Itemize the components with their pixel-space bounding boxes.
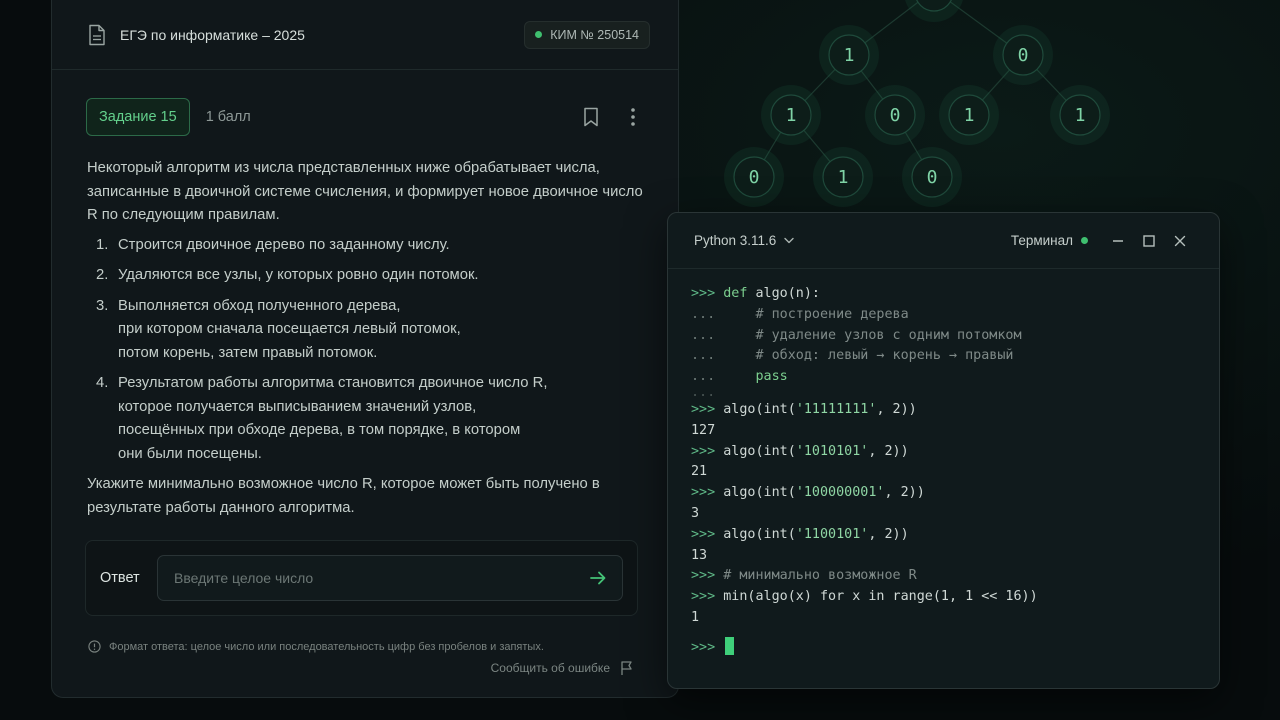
more-options-button[interactable] — [622, 106, 644, 128]
terminal-line: >>> algo(int('100000001', 2)) — [691, 485, 925, 501]
kim-number: КИМ № 250514 — [550, 27, 639, 42]
list-item-number: 4. — [96, 375, 109, 391]
list-item-text: Строится двоичное дерево по заданному чи… — [118, 236, 450, 253]
list-item: 2. Удаляются все узлы, у которых ровно о… — [87, 264, 643, 288]
python-terminal-window: Python 3.11.6 Терминал >>> def algo(n): … — [667, 212, 1220, 689]
svg-text:1: 1 — [844, 45, 855, 66]
list-item-text: Результатом работы алгоритма становится … — [118, 375, 548, 462]
info-icon — [88, 640, 101, 653]
terminal-status: Терминал — [1011, 233, 1088, 248]
bookmark-icon — [584, 107, 598, 126]
svg-text:0: 0 — [1018, 45, 1029, 66]
answer-box: Ответ — [85, 540, 638, 616]
tree-root-node — [905, 0, 963, 22]
tree-node: 1 — [813, 147, 873, 207]
terminal-line: >>> # минимально возможное R — [691, 568, 917, 584]
text-cursor — [725, 636, 735, 655]
exam-title: ЕГЭ по информатике – 2025 — [120, 26, 305, 43]
flag-icon — [621, 661, 632, 675]
svg-text:1: 1 — [786, 105, 797, 126]
task-card: ЕГЭ по информатике – 2025 КИМ № 250514 З… — [51, 0, 679, 698]
list-item: 3. Выполняется обход полученного дерева,… — [87, 295, 643, 366]
minimize-icon — [1113, 239, 1123, 242]
terminal-line: ... pass — [691, 369, 788, 385]
list-item-number: 3. — [96, 297, 109, 314]
svg-text:1: 1 — [838, 167, 849, 188]
tree-node: 0 — [724, 147, 784, 207]
svg-text:0: 0 — [927, 167, 938, 188]
report-error-label: Сообщить об ошибке — [490, 661, 610, 675]
terminal-line: ... — [691, 384, 716, 400]
format-hint: Формат ответа: целое число или последова… — [88, 640, 544, 653]
tree-node: 0 — [865, 85, 925, 145]
task-intro: Некоторый алгоритм из числа представленн… — [87, 160, 643, 223]
terminal-output-line: 3 — [691, 505, 700, 521]
minimize-button[interactable] — [1103, 231, 1133, 251]
list-item: 1. Строится двоичное дерево по заданному… — [87, 234, 643, 258]
task-statement: Некоторый алгоритм из числа представленн… — [52, 137, 678, 520]
terminal-line: ... # обход: левый → корень → правый — [691, 348, 1014, 364]
terminal-label: Терминал — [1010, 233, 1073, 248]
more-vertical-icon — [631, 107, 635, 126]
terminal-output-line: 127 — [691, 422, 716, 438]
task-points: 1 балл — [205, 108, 251, 125]
maximize-button[interactable] — [1134, 231, 1164, 251]
submit-arrow-button[interactable] — [588, 568, 608, 588]
terminal-output-line: 21 — [691, 464, 708, 480]
terminal-input-line[interactable]: >>> — [691, 636, 1219, 658]
format-hint-text: Формат ответа: целое число или последова… — [109, 640, 544, 653]
task-question: Укажите минимально возможное число R, ко… — [87, 476, 600, 516]
terminal-output-line: 1 — [691, 609, 700, 625]
tree-node: 1 — [819, 25, 879, 85]
list-item-number: 2. — [96, 267, 109, 283]
tree-node: 0 — [993, 25, 1053, 85]
terminal-line: >>> algo(int('1010101', 2)) — [691, 443, 909, 459]
svg-text:1: 1 — [964, 105, 975, 126]
terminal-line: >>> min(algo(x) for x in range(1, 1 << 1… — [691, 589, 1038, 605]
terminal-header: Python 3.11.6 Терминал — [668, 213, 1219, 269]
list-item-text: Выполняется обход полученного дерева, пр… — [118, 297, 461, 361]
terminal-output-line: 13 — [691, 547, 708, 563]
maximize-icon — [1143, 234, 1155, 247]
status-dot-icon — [1081, 237, 1088, 244]
svg-text:0: 0 — [749, 167, 760, 188]
terminal-line: >>> def algo(n): — [691, 286, 820, 301]
python-version-dropdown[interactable]: Python 3.11.6 — [694, 233, 795, 248]
task-meta: Задание 15 1 балл — [52, 70, 678, 137]
list-item-text: Удаляются все узлы, у которых ровно один… — [118, 267, 479, 283]
task-header: ЕГЭ по информатике – 2025 КИМ № 250514 — [52, 0, 678, 70]
chevron-down-icon — [784, 237, 795, 244]
document-icon — [89, 24, 105, 45]
answer-label: Ответ — [100, 570, 140, 586]
svg-text:1: 1 — [1075, 105, 1086, 126]
terminal-output[interactable]: >>> def algo(n): ... # построение дерева… — [668, 269, 1219, 658]
report-error-link[interactable]: Сообщить об ошибке — [491, 660, 634, 676]
task-number-chip: Задание 15 — [86, 97, 190, 136]
tree-node: 1 — [761, 85, 821, 145]
terminal-line: >>> algo(int('11111111', 2)) — [691, 401, 917, 417]
list-item-number: 1. — [96, 236, 109, 253]
answer-input-wrapper — [157, 555, 623, 601]
tree-node: 1 — [1050, 85, 1110, 145]
answer-input[interactable] — [174, 570, 588, 586]
close-icon — [1174, 235, 1186, 246]
bookmark-button[interactable] — [580, 106, 602, 128]
terminal-line: >>> algo(int('1100101', 2)) — [691, 526, 909, 542]
tree-node: 0 — [902, 147, 962, 207]
terminal-line: ... # построение дерева — [691, 306, 909, 322]
list-item: 4. Результатом работы алгоритма становит… — [87, 372, 643, 466]
tree-node: 1 — [939, 85, 999, 145]
python-version-label: Python 3.11.6 — [694, 233, 777, 248]
terminal-line: ... # удаление узлов с одним потомком — [691, 327, 1022, 343]
status-dot-icon — [535, 31, 543, 38]
rules-list: 1. Строится двоичное дерево по заданному… — [87, 234, 643, 467]
close-button[interactable] — [1165, 231, 1195, 251]
kim-badge: КИМ № 250514 — [524, 20, 650, 49]
svg-text:0: 0 — [890, 105, 901, 126]
